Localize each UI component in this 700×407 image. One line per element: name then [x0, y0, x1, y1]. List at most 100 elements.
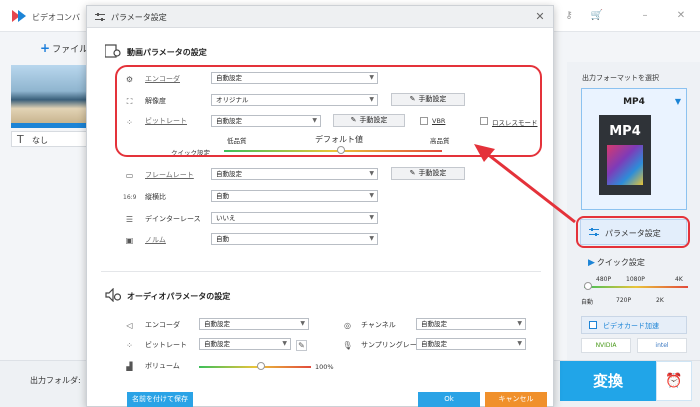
aspect-ratio-label: 縦横比	[145, 193, 166, 201]
tick-top-2: 1080P	[626, 276, 645, 283]
chevron-down-icon: ▼	[282, 340, 287, 347]
video-gear-icon	[105, 44, 121, 58]
sliders-icon	[95, 13, 105, 21]
format-name: MP4	[623, 97, 645, 107]
deinterlace-value: いいえ	[216, 214, 236, 222]
quick-setting-slider[interactable]	[584, 286, 688, 288]
ok-button[interactable]: Ok	[418, 392, 480, 407]
channel-icon: ◎	[344, 321, 351, 330]
tick-top-1: 480P	[596, 276, 612, 283]
section-divider	[101, 271, 541, 272]
parameter-button-highlight	[576, 216, 690, 248]
chevron-down-icon: ▼	[369, 170, 374, 177]
video-thumbnail[interactable]	[11, 65, 91, 123]
add-file-button[interactable]: + ファイル	[40, 41, 88, 55]
app-logo-icon	[12, 10, 26, 22]
chevron-down-icon: ▼	[369, 235, 374, 242]
dialog-titlebar: パラメータ設定 ✕	[87, 6, 553, 28]
key-icon[interactable]: ⚷	[562, 10, 576, 22]
subtitle-select[interactable]: T なし	[11, 131, 91, 147]
norm-select[interactable]: 自動 ▼	[211, 233, 378, 245]
channel-value: 自動設定	[421, 320, 447, 328]
chevron-down-icon: ▼	[517, 340, 522, 347]
quick-setting-text: クイック設定	[596, 258, 645, 267]
close-window-icon[interactable]: ✕	[674, 10, 688, 22]
save-as-button[interactable]: 名前を付けて保存	[127, 392, 193, 407]
video-settings-highlight	[115, 65, 542, 157]
audio-section-title: オーディオパラメータの設定	[127, 292, 231, 301]
audio-bitrate-icon: ⁘	[126, 341, 133, 350]
pencil-icon: ✎	[409, 169, 416, 177]
deinterlace-label: デインターレース	[145, 215, 201, 223]
norm-value: 自動	[216, 235, 229, 243]
audio-encoder-value: 自動設定	[204, 320, 230, 328]
gpu-checkbox[interactable]	[589, 321, 597, 329]
subtitle-value: なし	[32, 136, 48, 145]
quick-setting-knob[interactable]	[584, 282, 592, 290]
audio-bitrate-value: 自動設定	[204, 340, 230, 348]
cancel-button[interactable]: キャンセル	[485, 392, 547, 407]
aspect-ratio-value: 自動	[216, 192, 229, 200]
output-folder-label: 出力フォルダ:	[30, 376, 81, 385]
deinterlace-select[interactable]: いいえ ▼	[211, 212, 378, 224]
mp4-format-icon: MP4	[599, 115, 651, 195]
framerate-icon: ▭	[125, 171, 134, 180]
close-icon[interactable]: ✕	[533, 10, 547, 24]
tick-bottom-2: 720P	[616, 297, 632, 304]
aspect-ratio-icon: 16:9	[123, 194, 137, 201]
chevron-down-icon: ▼	[369, 192, 374, 199]
audio-bitrate-label: ビットレート	[145, 341, 187, 349]
minimize-icon[interactable]: –	[638, 10, 652, 22]
chevron-down-icon[interactable]: ▼	[675, 97, 681, 106]
volume-slider[interactable]	[199, 366, 311, 368]
chevron-down-icon: ▼	[517, 320, 522, 327]
manual-label: 手動設定	[418, 169, 447, 177]
chevron-right-icon: ▶	[588, 258, 595, 268]
tick-bottom-3: 2K	[656, 297, 664, 304]
framerate-manual-button[interactable]: ✎ 手動設定	[391, 167, 465, 180]
volume-slider-knob[interactable]	[256, 362, 265, 370]
add-file-label: ファイル	[52, 45, 89, 55]
text-icon: T	[17, 133, 24, 146]
nvidia-badge: NVIDIA	[581, 338, 631, 353]
audio-bitrate-select[interactable]: 自動設定 ▼	[199, 338, 291, 350]
gpu-acceleration-toggle[interactable]: ビデオカード加速	[581, 316, 687, 334]
sample-rate-label: サンプリングレート	[361, 341, 424, 349]
audio-encoder-select[interactable]: 自動設定 ▼	[199, 318, 309, 330]
framerate-label: フレームレート	[145, 171, 194, 179]
chevron-down-icon: ▼	[300, 320, 305, 327]
cart-icon[interactable]: 🛒	[590, 10, 604, 22]
volume-value: 100%	[315, 363, 334, 371]
pencil-icon[interactable]: ✎	[296, 340, 307, 351]
quick-setting-label: ▶ クイック設定	[588, 257, 645, 268]
tick-top-3: 4K	[675, 276, 683, 283]
thumbnail-bar	[11, 123, 91, 128]
app-title: ビデオコンバ	[32, 13, 80, 22]
convert-button[interactable]: 変換	[560, 361, 656, 401]
channel-select[interactable]: 自動設定 ▼	[416, 318, 526, 330]
aspect-ratio-select[interactable]: 自動 ▼	[211, 190, 378, 202]
film-strip-icon	[607, 145, 643, 185]
plus-icon: +	[40, 41, 51, 55]
audio-gear-icon	[105, 288, 121, 302]
video-section-title: 動画パラメータの設定	[127, 48, 207, 57]
deinterlace-icon: ☰	[125, 215, 134, 224]
sample-rate-select[interactable]: 自動設定 ▼	[416, 338, 526, 350]
alarm-clock-icon[interactable]: ⏰	[656, 361, 692, 401]
dialog-title: パラメータ設定	[111, 13, 167, 22]
speaker-icon: ◁	[126, 321, 133, 330]
framerate-select[interactable]: 自動設定 ▼	[211, 168, 378, 180]
sample-rate-value: 自動設定	[421, 340, 447, 348]
audio-encoder-label: エンコーダ	[145, 321, 180, 329]
format-card[interactable]: MP4 ▼ MP4	[581, 88, 687, 210]
volume-label: ボリューム	[145, 362, 180, 370]
gpu-acceleration-label: ビデオカード加速	[603, 322, 659, 330]
output-format-label: 出力フォーマットを選択	[582, 74, 659, 82]
norm-label: ノルム	[145, 236, 166, 244]
intel-badge: intel	[637, 338, 687, 353]
monitor-icon: ▣	[125, 236, 134, 245]
microphone-icon: 🎙	[342, 341, 353, 350]
mp4-badge-label: MP4	[609, 124, 641, 139]
volume-icon: ▟	[126, 362, 133, 371]
tick-bottom-1: 自動	[581, 299, 594, 306]
